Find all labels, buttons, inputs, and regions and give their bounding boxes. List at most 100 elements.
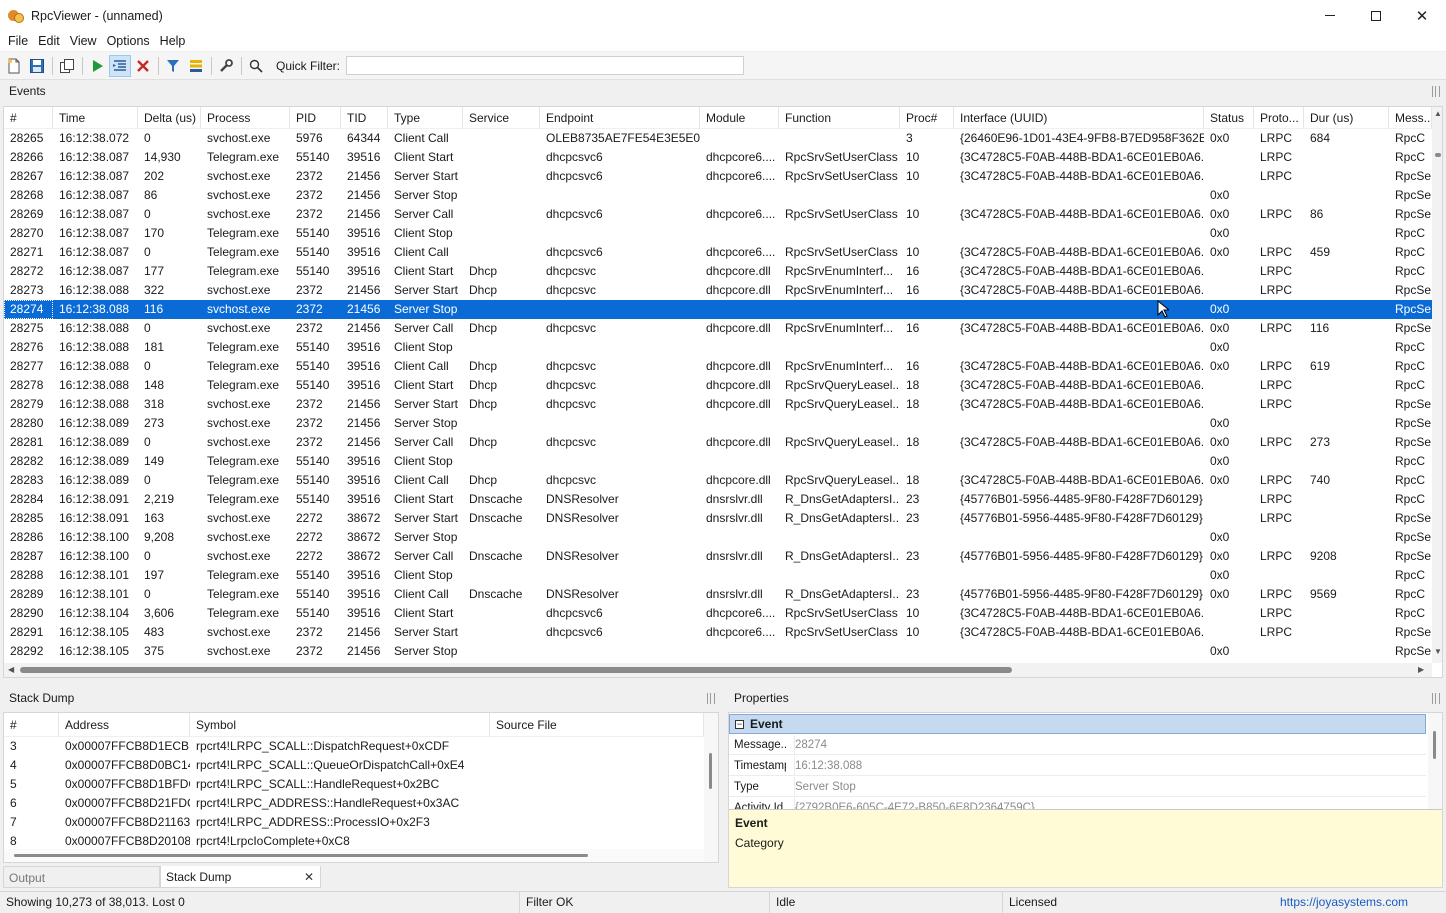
col-module-header[interactable]: Module (700, 107, 779, 129)
table-row[interactable]: 28287 16:12:38.100 0 svchost.exe 2272 38672 Se… (4, 547, 1432, 566)
menu-view[interactable]: View (65, 34, 102, 48)
stack-row[interactable]: 6 0x00007FFCB8D21FDC rpcrt4!LRPC_ADDRESS::… (4, 794, 718, 813)
stack-dump-grid[interactable]: # Address Symbol Source File 3 0x00007FFCB8D… (3, 712, 719, 863)
stack-col-number-header[interactable]: # (4, 713, 59, 737)
col-process-header[interactable]: Process (201, 107, 290, 129)
scroll-down-arrow-icon[interactable]: ▼ (1434, 647, 1442, 656)
stack-row[interactable]: 4 0x00007FFCB8D0BC14 rpcrt4!LRPC_SCALL::Qu… (4, 756, 718, 775)
stack-row[interactable]: 7 0x00007FFCB8D21163 rpcrt4!LRPC_ADDRESS::… (4, 813, 718, 832)
close-button[interactable]: ✕ (1399, 0, 1445, 31)
property-grid[interactable]: − Event Message... 28274 Timestamp 16:12… (728, 712, 1443, 888)
settings-wrench-icon[interactable] (215, 55, 237, 77)
collapse-icon[interactable]: − (735, 719, 744, 729)
table-row[interactable]: 28268 16:12:38.087 86 svchost.exe 2372 21456 S… (4, 186, 1432, 205)
stack-col-address-header[interactable]: Address (59, 713, 190, 737)
table-row[interactable]: 28270 16:12:38.087 170 Telegram.exe 55140 395… (4, 224, 1432, 243)
menu-file[interactable]: File (3, 34, 33, 48)
save-icon[interactable] (26, 55, 48, 77)
table-row[interactable]: 28276 16:12:38.088 181 Telegram.exe 55140 395… (4, 338, 1432, 357)
table-row[interactable]: 28275 16:12:38.088 0 svchost.exe 2372 21456 Se… (4, 319, 1432, 338)
table-row-selected[interactable]: 28274 16:12:38.088 116 svchost.exe 2372 21456… (4, 300, 1432, 319)
clear-icon[interactable] (132, 55, 154, 77)
scroll-thumb[interactable] (14, 854, 588, 857)
highlight-icon[interactable] (185, 55, 207, 77)
col-proc-number-header[interactable]: Proc# (900, 107, 954, 129)
new-file-icon[interactable] (3, 55, 25, 77)
quick-filter-input[interactable] (346, 56, 745, 75)
table-row[interactable]: 28279 16:12:38.088 318 svchost.exe 2372 21456… (4, 395, 1432, 414)
start-capture-icon[interactable] (86, 55, 108, 77)
pane-grip-icon[interactable] (707, 693, 715, 704)
table-row[interactable]: 28266 16:12:38.087 14,930 Telegram.exe 55140… (4, 148, 1432, 167)
filter-icon[interactable] (162, 55, 184, 77)
scroll-thumb[interactable] (20, 667, 1012, 673)
col-delta-header[interactable]: Delta (us) (138, 107, 201, 129)
col-protocol-header[interactable]: Proto... (1254, 107, 1304, 129)
table-row[interactable]: 28283 16:12:38.089 0 Telegram.exe 55140 39516… (4, 471, 1432, 490)
scroll-right-arrow-icon[interactable]: ▶ (1418, 665, 1424, 674)
events-grid[interactable]: # Time Delta (us) Process PID TID Type Service E… (3, 106, 1443, 678)
property-row[interactable]: Message... 28274 (729, 735, 1426, 755)
table-row[interactable]: 28273 16:12:38.088 322 svchost.exe 2372 21456… (4, 281, 1432, 300)
minimize-button[interactable] (1307, 0, 1353, 31)
property-row[interactable]: Type Server Stop (729, 777, 1426, 797)
scroll-thumb[interactable] (1433, 731, 1436, 759)
table-row[interactable]: 28291 16:12:38.105 483 svchost.exe 2372 21456… (4, 623, 1432, 642)
col-function-header[interactable]: Function (779, 107, 900, 129)
table-row[interactable]: 28290 16:12:38.104 3,606 Telegram.exe 55140 3… (4, 604, 1432, 623)
properties-vertical-scrollbar[interactable] (1428, 713, 1442, 813)
table-row[interactable]: 28280 16:12:38.089 273 svchost.exe 2372 21456… (4, 414, 1432, 433)
table-row[interactable]: 28278 16:12:38.088 148 Telegram.exe 55140 395… (4, 376, 1432, 395)
table-row[interactable]: 28289 16:12:38.101 0 Telegram.exe 55140 39516… (4, 585, 1432, 604)
stack-row[interactable]: 3 0x00007FFCB8D1ECBF rpcrt4!LRPC_SCALL::Di… (4, 737, 718, 756)
menu-help[interactable]: Help (155, 34, 191, 48)
menu-options[interactable]: Options (102, 34, 155, 48)
tab-stack-dump[interactable]: Stack Dump ✕ (160, 866, 321, 888)
col-pid-header[interactable]: PID (290, 107, 341, 129)
menu-edit[interactable]: Edit (33, 34, 65, 48)
table-row[interactable]: 28267 16:12:38.087 202 svchost.exe 2372 21456… (4, 167, 1432, 186)
tab-output[interactable]: Output (3, 866, 160, 888)
property-category[interactable]: − Event (729, 714, 1426, 734)
autoscroll-icon[interactable] (109, 54, 131, 77)
col-endpoint-header[interactable]: Endpoint (540, 107, 700, 129)
table-row[interactable]: 28281 16:12:38.089 0 svchost.exe 2372 21456 Se… (4, 433, 1432, 452)
stack-vertical-scrollbar[interactable] (704, 713, 718, 862)
stack-col-source-file-header[interactable]: Source File (490, 713, 704, 737)
col-tid-header[interactable]: TID (341, 107, 388, 129)
table-row[interactable]: 28277 16:12:38.088 0 Telegram.exe 55140 39516… (4, 357, 1432, 376)
table-row[interactable]: 28285 16:12:38.091 163 svchost.exe 2272 38672… (4, 509, 1432, 528)
scroll-thumb[interactable] (709, 753, 712, 789)
col-number-header[interactable]: # (4, 107, 53, 129)
table-row[interactable]: 28265 16:12:38.072 0 svchost.exe 5976 64344 Cl… (4, 129, 1432, 148)
table-row[interactable]: 28282 16:12:38.089 149 Telegram.exe 55140 395… (4, 452, 1432, 471)
col-status-header[interactable]: Status (1204, 107, 1254, 129)
scroll-thumb[interactable] (1435, 153, 1441, 157)
search-icon[interactable] (245, 55, 267, 77)
stack-col-symbol-header[interactable]: Symbol (190, 713, 490, 737)
col-type-header[interactable]: Type (388, 107, 463, 129)
table-row[interactable]: 28292 16:12:38.105 375 svchost.exe 2372 21456… (4, 642, 1432, 661)
events-vertical-scrollbar[interactable]: ▲ ▼ (1432, 107, 1442, 663)
pane-grip-icon[interactable] (1432, 693, 1440, 704)
col-interface-uuid-header[interactable]: Interface (UUID) (954, 107, 1204, 129)
events-horizontal-scrollbar[interactable]: ◀ ▶ (4, 663, 1432, 677)
table-row[interactable]: 28271 16:12:38.087 0 Telegram.exe 55140 39516… (4, 243, 1432, 262)
table-row[interactable]: 28272 16:12:38.087 177 Telegram.exe 55140 395… (4, 262, 1432, 281)
website-link[interactable]: https://joyasystems.com (1274, 892, 1440, 913)
table-row[interactable]: 28286 16:12:38.100 9,208 svchost.exe 2272 386… (4, 528, 1432, 547)
table-row[interactable]: 28284 16:12:38.091 2,219 Telegram.exe 55140 3… (4, 490, 1432, 509)
maximize-button[interactable] (1353, 0, 1399, 31)
table-row[interactable]: 28269 16:12:38.087 0 svchost.exe 2372 21456 Se… (4, 205, 1432, 224)
col-time-header[interactable]: Time (53, 107, 138, 129)
table-row[interactable]: 28288 16:12:38.101 197 Telegram.exe 55140 395… (4, 566, 1432, 585)
scroll-up-arrow-icon[interactable]: ▲ (1434, 109, 1442, 118)
pane-grip-icon[interactable] (1432, 86, 1440, 97)
copy-icon[interactable] (56, 55, 78, 77)
col-service-header[interactable]: Service (463, 107, 540, 129)
col-duration-header[interactable]: Dur (us) (1304, 107, 1389, 129)
close-tab-icon[interactable]: ✕ (304, 866, 314, 888)
col-message-header[interactable]: Mess... (1389, 107, 1432, 129)
scroll-left-arrow-icon[interactable]: ◀ (8, 665, 14, 674)
stack-row[interactable]: 5 0x00007FFCB8D1BFDC rpcrt4!LRPC_SCALL::Ha… (4, 775, 718, 794)
